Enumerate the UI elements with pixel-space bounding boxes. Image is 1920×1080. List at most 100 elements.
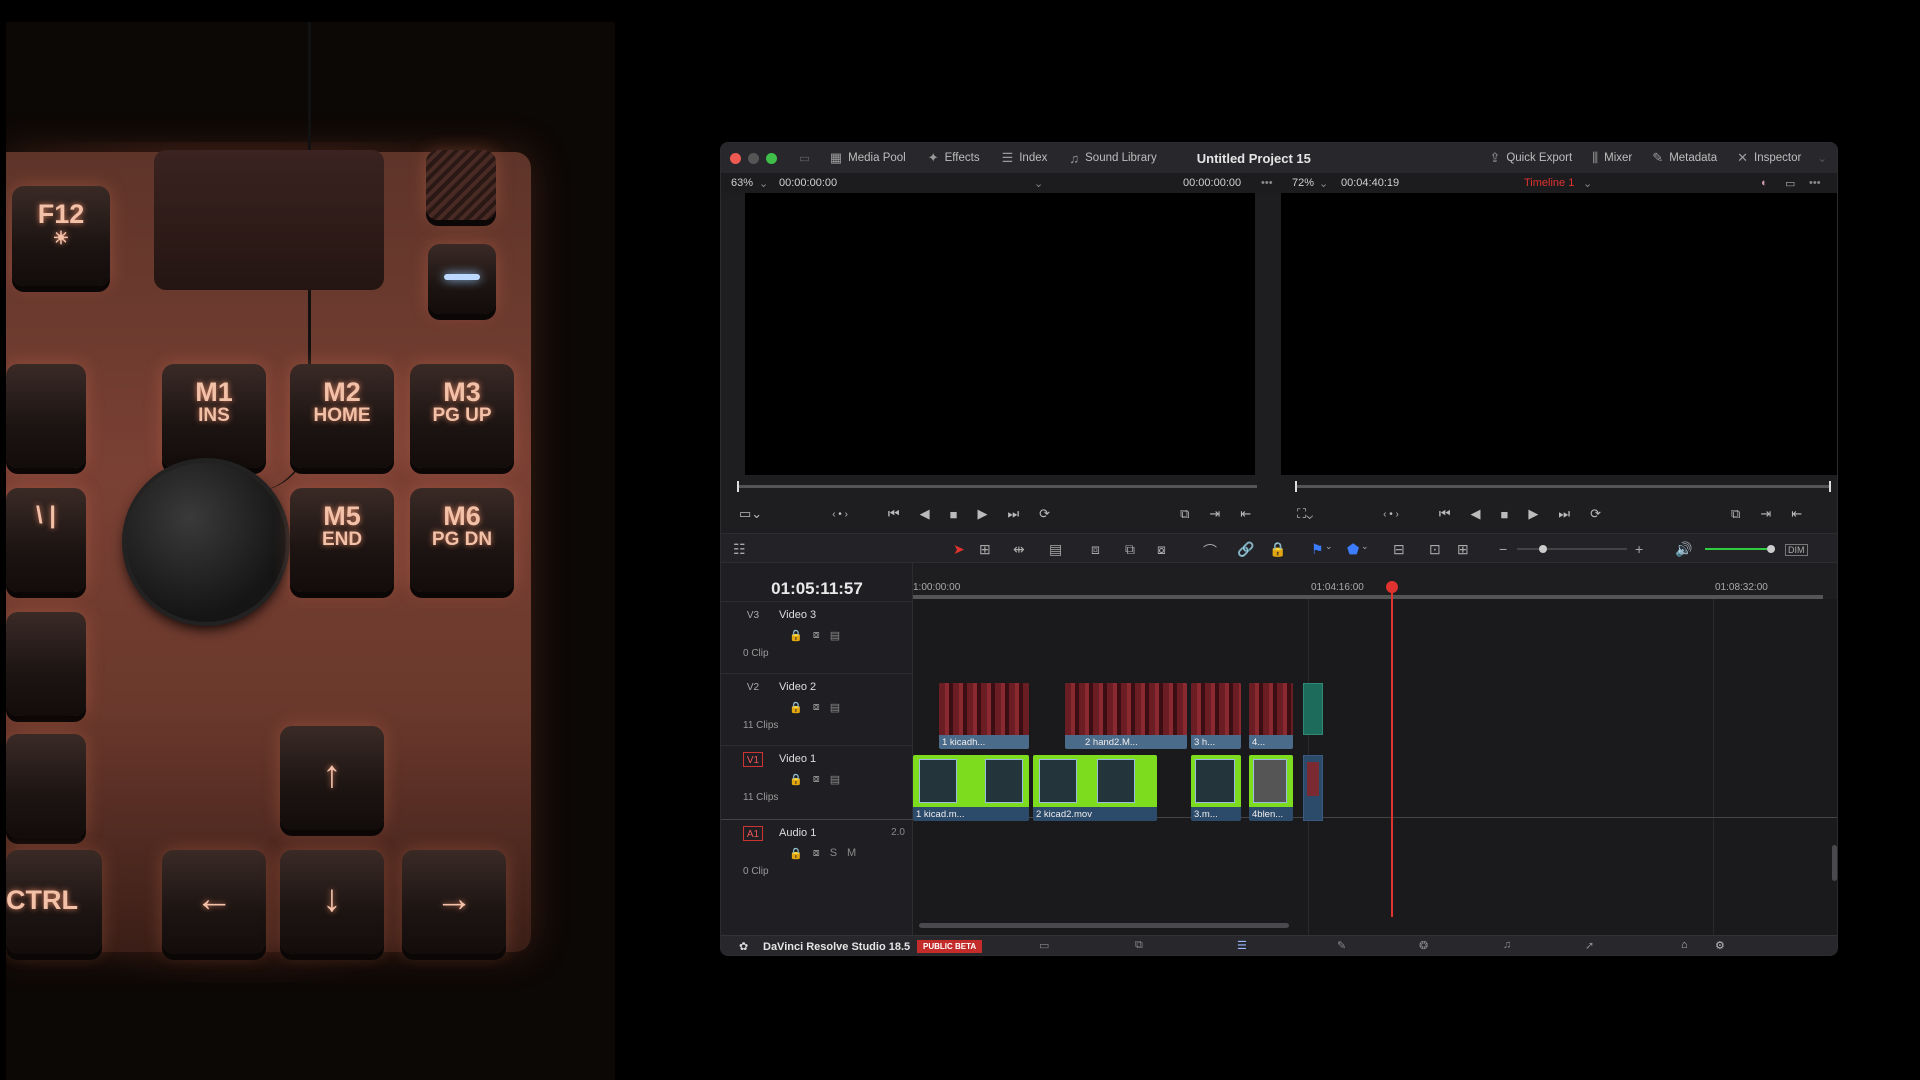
metadata-button[interactable]: ✎ Metadata bbox=[1652, 150, 1717, 166]
timeline-scrubber[interactable] bbox=[1295, 481, 1831, 492]
timeline-play-reverse-icon[interactable]: ◀ bbox=[1471, 506, 1481, 522]
track-name[interactable]: Audio 1 bbox=[779, 827, 816, 839]
deliver-page-icon[interactable]: ➚ bbox=[1585, 939, 1594, 952]
timeline-stop-icon[interactable]: ■ bbox=[1501, 507, 1509, 522]
media-page-icon[interactable]: ▭ bbox=[1039, 939, 1049, 952]
timeline-mark-in-icon[interactable]: ⇥ bbox=[1760, 506, 1771, 522]
expand-icon[interactable]: ⌄ bbox=[1817, 151, 1827, 165]
timeline-clip-small[interactable] bbox=[1303, 683, 1323, 735]
timeline-clip[interactable]: 2 hand2.M... bbox=[1065, 683, 1187, 749]
track-name[interactable]: Video 2 bbox=[779, 681, 816, 693]
home-icon[interactable]: ⌂ bbox=[1681, 939, 1688, 951]
disable-video-icon[interactable]: ▤ bbox=[830, 701, 840, 714]
quick-export-button[interactable]: ⇪ Quick Export bbox=[1489, 150, 1572, 166]
disable-video-icon[interactable]: ▤ bbox=[830, 629, 840, 642]
lock-icon[interactable]: 🔒 bbox=[789, 773, 803, 786]
timeline-ruler[interactable]: 1:00:00:00 01:04:16:00 01:08:32:00 bbox=[913, 581, 1837, 599]
timeline-jog-icon[interactable]: ‹ • › bbox=[1383, 509, 1399, 520]
timeline-match-frame-icon[interactable]: ⧉ bbox=[1731, 506, 1740, 522]
source-scrubber[interactable] bbox=[737, 481, 1257, 492]
viewer-mode-icon[interactable]: ▭ bbox=[1785, 177, 1795, 190]
track-name[interactable]: Video 3 bbox=[779, 609, 816, 621]
lock-icon[interactable]: 🔒 bbox=[789, 629, 803, 642]
track-header-v3[interactable]: V3 Video 3 🔒 ⧇ ▤ 0 Clip bbox=[721, 601, 913, 673]
flag-chevron-icon[interactable]: ⌄ bbox=[1325, 541, 1333, 552]
timeline-mark-out-icon[interactable]: ⇤ bbox=[1791, 506, 1802, 522]
cut-page-icon[interactable]: ⧉ bbox=[1135, 939, 1143, 952]
blade-tool-icon[interactable]: ▤ bbox=[1049, 541, 1062, 558]
marker-chevron-icon[interactable]: ⌄ bbox=[1361, 541, 1369, 552]
disable-video-icon[interactable]: ▤ bbox=[830, 773, 840, 786]
position-lock-icon[interactable]: 🔒 bbox=[1269, 541, 1286, 558]
fusion-page-icon[interactable]: ✎ bbox=[1337, 939, 1346, 952]
playhead-handle[interactable] bbox=[1386, 581, 1398, 593]
volume-slider-handle[interactable] bbox=[1767, 545, 1775, 553]
source-options-icon[interactable]: ••• bbox=[1261, 177, 1273, 189]
timeline-viewer[interactable] bbox=[1281, 193, 1837, 475]
mixer-button[interactable]: ⫼ Mixer bbox=[1592, 150, 1632, 166]
stop-icon[interactable]: ■ bbox=[950, 507, 958, 522]
source-zoom-chevron-icon[interactable]: ⌄ bbox=[759, 177, 768, 190]
lock-icon[interactable]: 🔒 bbox=[789, 701, 803, 714]
timeline-options-icon[interactable]: ••• bbox=[1809, 177, 1821, 189]
timeline-play-icon[interactable]: ▶ bbox=[1528, 506, 1538, 522]
timeline-go-to-start-icon[interactable]: ⏮ bbox=[1439, 506, 1451, 522]
track-name[interactable]: Video 1 bbox=[779, 753, 816, 765]
media-pool-button[interactable]: ▦ Media Pool bbox=[830, 150, 906, 166]
program-playhead-start[interactable] bbox=[1295, 481, 1297, 492]
timeline-chevron-icon[interactable]: ⌄ bbox=[1583, 177, 1592, 190]
overwrite-clip-icon[interactable]: ⧉ bbox=[1125, 541, 1135, 558]
lock-icon[interactable]: 🔒 bbox=[789, 847, 803, 860]
track-tag[interactable]: V1 bbox=[743, 752, 763, 767]
track-header-a1[interactable]: A1 Audio 1 2.0 🔒 ⧇ S M 0 Clip bbox=[721, 819, 913, 897]
playhead[interactable] bbox=[1386, 581, 1398, 917]
color-page-icon[interactable]: ❂ bbox=[1419, 939, 1428, 952]
detail-zoom-icon[interactable]: ⊡ bbox=[1429, 541, 1441, 558]
mark-in-icon[interactable]: ⇥ bbox=[1209, 506, 1220, 522]
dim-button[interactable]: DIM bbox=[1785, 544, 1808, 556]
color-icon[interactable]: ◐ bbox=[1761, 177, 1768, 189]
timeline-clip-small[interactable] bbox=[1303, 755, 1323, 821]
flag-icon[interactable]: ⚑ bbox=[1311, 541, 1324, 558]
program-playhead-end[interactable] bbox=[1829, 481, 1831, 492]
selection-tool-icon[interactable]: ➤ bbox=[953, 541, 965, 558]
settings-gear-icon[interactable]: ⚙ bbox=[1715, 939, 1725, 952]
timeline-clip[interactable]: 4... bbox=[1249, 683, 1293, 749]
zoom-slider-handle[interactable] bbox=[1539, 545, 1547, 553]
source-zoom[interactable]: 63% bbox=[731, 177, 753, 189]
source-clip-chevron-icon[interactable]: ⌄ bbox=[1034, 177, 1043, 190]
trim-tool-icon[interactable]: ⊞ bbox=[979, 541, 991, 558]
effects-button[interactable]: ✦ Effects bbox=[928, 150, 980, 166]
volume-slider[interactable] bbox=[1705, 545, 1775, 553]
mute-button[interactable]: M bbox=[847, 847, 856, 860]
timeline-view-options-icon[interactable]: ⛶⌄ bbox=[1297, 506, 1313, 522]
track-tag[interactable]: A1 bbox=[743, 826, 763, 841]
inspector-button[interactable]: ✕ Inspector bbox=[1737, 150, 1801, 166]
dynamic-trim-icon[interactable]: ⇹ bbox=[1013, 541, 1025, 558]
vertical-scrollbar[interactable] bbox=[1832, 845, 1837, 881]
volume-icon[interactable]: 🔊 bbox=[1675, 541, 1692, 558]
play-icon[interactable]: ▶ bbox=[977, 506, 987, 522]
auto-select-icon[interactable]: ⧇ bbox=[813, 701, 820, 714]
timeline-loop-icon[interactable]: ⟳ bbox=[1590, 506, 1601, 522]
marker-icon[interactable]: ⬟ bbox=[1347, 541, 1359, 558]
sound-library-button[interactable]: ♫ Sound Library bbox=[1069, 151, 1156, 166]
replace-clip-icon[interactable]: ⧇ bbox=[1157, 541, 1166, 558]
timeline-zoom[interactable]: 72% bbox=[1292, 177, 1314, 189]
timeline-clip[interactable]: 2 kicad2.mov bbox=[1033, 755, 1157, 821]
full-zoom-icon[interactable]: ⊟ bbox=[1393, 541, 1405, 558]
custom-zoom-icon[interactable]: ⊞ bbox=[1457, 541, 1469, 558]
panel-toggle-icon[interactable]: ▭ bbox=[799, 151, 810, 165]
solo-button[interactable]: S bbox=[830, 847, 837, 860]
index-button[interactable]: ☰ Index bbox=[1002, 150, 1048, 166]
mark-out-icon[interactable]: ⇤ bbox=[1240, 506, 1251, 522]
timeline-zoom-chevron-icon[interactable]: ⌄ bbox=[1319, 177, 1328, 190]
timeline-clip[interactable]: 1 kicad.m... bbox=[913, 755, 1029, 821]
zoom-out-icon[interactable]: − bbox=[1499, 541, 1507, 557]
source-viewer[interactable] bbox=[745, 193, 1255, 475]
edit-page-tab[interactable]: ☰ bbox=[1195, 936, 1295, 955]
loop-icon[interactable]: ⟳ bbox=[1039, 506, 1050, 522]
timeline-clip[interactable]: 3 h... bbox=[1191, 683, 1241, 749]
zoom-window-button[interactable] bbox=[766, 152, 777, 164]
timeline-clip[interactable]: 1 kicadh... bbox=[939, 683, 1029, 749]
